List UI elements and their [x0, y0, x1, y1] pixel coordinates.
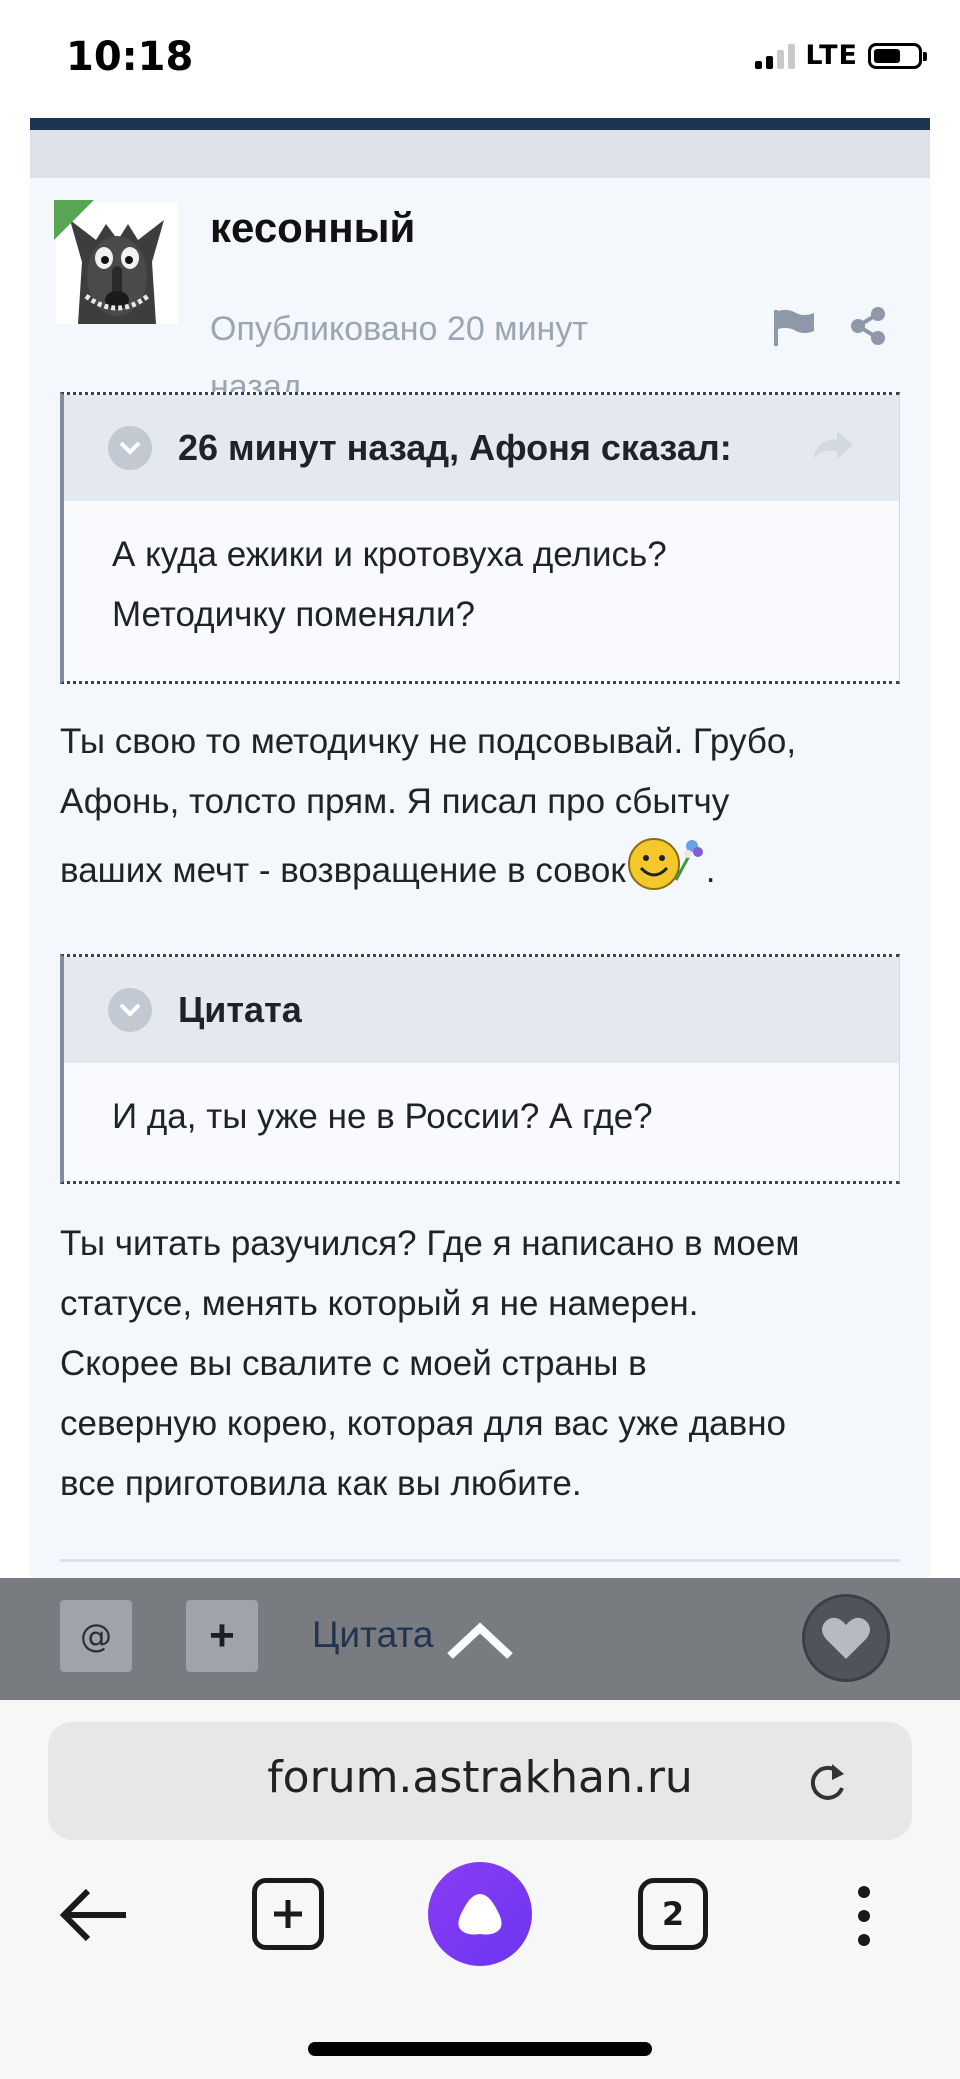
post-line: статусе, менять который я не намерен. [60, 1284, 699, 1323]
reply-arrow-icon[interactable] [811, 425, 855, 465]
multiquote-button[interactable]: + [186, 1600, 258, 1672]
battery-icon [868, 42, 927, 69]
smiley-icon [626, 832, 706, 892]
online-badge [54, 200, 94, 240]
reload-icon[interactable] [806, 1758, 850, 1806]
post-line: Ты читать разучился? Где я написано в мо… [60, 1224, 800, 1263]
post-text: Ты свою то методичку не подсовывай. Груб… [60, 712, 920, 901]
post-line: Афонь, толсто прям. Я писал про сбытчу [60, 782, 730, 821]
signal-icon [755, 43, 796, 69]
quote-body: И да, ты уже не в России? А где? [64, 1063, 899, 1147]
post-line: северную корею, которая для вас уже давн… [60, 1404, 786, 1443]
quote-title: 26 минут назад, Афоня сказал: [178, 427, 732, 468]
header-bar [30, 118, 930, 130]
quote-title: Цитата [178, 989, 302, 1030]
mention-button[interactable]: @ [60, 1600, 132, 1672]
quote-line: Методичку поменяли? [112, 595, 475, 634]
chevron-down-icon[interactable] [108, 988, 152, 1032]
quote-block: Цитата И да, ты уже не в России? А где? [60, 954, 900, 1184]
like-button[interactable] [802, 1594, 890, 1682]
quote-line: А куда ежики и кротовуха делись? [112, 535, 667, 574]
plus-square-icon[interactable] [252, 1878, 324, 1950]
tabs-button[interactable]: 2 [638, 1878, 708, 1950]
heart-icon [822, 1617, 870, 1659]
status-time: 10:18 [66, 34, 194, 80]
post-line: Ты свою то методичку не подсовывай. Груб… [60, 722, 797, 761]
chevron-up-icon[interactable] [444, 1618, 516, 1662]
header-subbar [30, 130, 930, 178]
status-bar: 10:18 LTE [0, 0, 960, 118]
chevron-down-icon[interactable] [108, 426, 152, 470]
network-label: LTE [805, 40, 858, 71]
post-text: Ты читать разучился? Где я написано в мо… [60, 1214, 920, 1514]
post-divider [60, 1559, 900, 1562]
post-line: Скорее вы свалите с моей страны в [60, 1344, 647, 1383]
quote-header[interactable]: Цитата [64, 957, 899, 1063]
post-line: все приготовила как вы любите. [60, 1464, 582, 1503]
share-icon[interactable] [848, 306, 888, 346]
quote-header[interactable]: 26 минут назад, Афоня сказал: [64, 395, 899, 501]
quote-line: И да, ты уже не в России? А где? [112, 1097, 653, 1136]
quote-block: 26 минут назад, Афоня сказал: А куда ежи… [60, 392, 900, 684]
post-line-start: ваших мечт - возвращение в совок [60, 851, 626, 890]
more-vertical-icon[interactable] [856, 1884, 872, 1948]
home-indicator [308, 2042, 652, 2056]
status-indicators: LTE [755, 40, 927, 71]
alice-icon[interactable] [428, 1862, 532, 1966]
arrow-left-icon[interactable] [58, 1886, 130, 1944]
post-line: ваших мечт - возвращение в совок. [60, 832, 920, 901]
flag-icon[interactable] [772, 308, 816, 348]
quote-body: А куда ежики и кротовуха делись? Методич… [64, 501, 899, 645]
post-author[interactable]: кесонный [210, 204, 415, 252]
quote-button[interactable]: Цитата [312, 1614, 433, 1656]
post-date: Опубликовано 20 минут назад [210, 310, 588, 392]
post-line-end: . [705, 851, 716, 890]
